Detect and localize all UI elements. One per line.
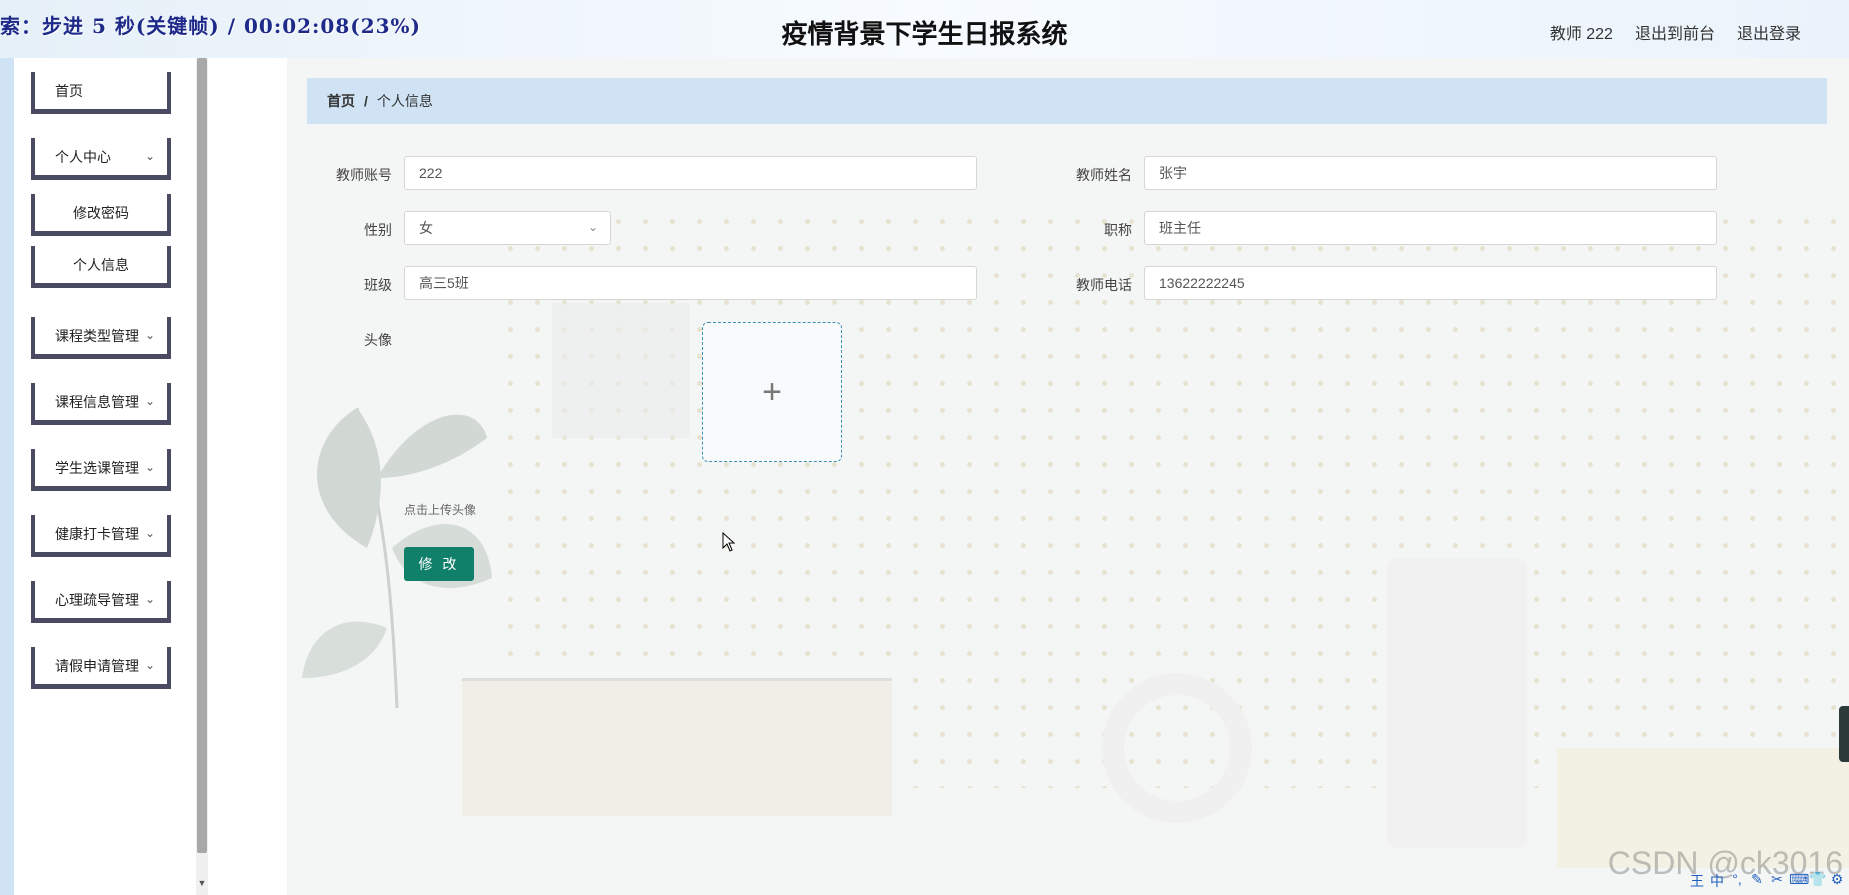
sidebar-item-student-course[interactable]: 学生选课管理 ⌄ [31,449,171,491]
avatar-label: 头像 [364,332,392,348]
main-content: 首页 / 个人信息 教师账号 222 教师姓名 张宇 性别 女 ⌄ 职称 班主任… [287,58,1849,895]
sidebar-item-label: 请假申请管理 [55,657,139,674]
sidebar-item-label: 个人信息 [73,256,129,273]
gender-select[interactable]: 女 ⌄ [404,211,611,245]
account-label: 教师账号 [336,167,392,183]
sidebar-item-personal-center[interactable]: 个人中心 ⌄ [31,138,171,180]
class-field[interactable]: 高三5班 [404,266,977,300]
sidebar-item-label: 心理疏导管理 [55,591,139,608]
account-field[interactable]: 222 [404,156,977,190]
scroll-down-arrow-icon[interactable]: ▼ [197,878,207,890]
chevron-down-icon: ⌄ [144,526,155,540]
plus-icon: + [762,372,782,411]
ime-logo-icon[interactable]: 王 [1689,871,1705,891]
phone-label: 教师电话 [1076,277,1132,293]
ime-chinese-mode-icon[interactable]: 中 [1709,871,1725,891]
breadcrumb-separator: / [364,93,368,109]
sidebar-item-counseling[interactable]: 心理疏导管理 ⌄ [31,581,171,623]
chevron-down-icon: ⌄ [144,328,155,342]
avatar-upload-box[interactable]: + [702,322,842,462]
sidebar-item-label: 课程信息管理 [55,393,139,410]
sidebar-item-home[interactable]: 首页 [31,72,171,114]
ime-punctuation-icon[interactable]: °, [1729,871,1745,891]
background-ring-shape [1102,673,1252,823]
breadcrumb-current: 个人信息 [376,93,433,109]
sidebar-item-label: 课程类型管理 [55,327,139,344]
sidebar-item-health-checkin[interactable]: 健康打卡管理 ⌄ [31,515,171,557]
chevron-down-icon: ⌄ [144,592,155,606]
gender-label: 性别 [364,222,392,238]
background-cylinder-shape [1387,558,1527,848]
sidebar-item-label: 健康打卡管理 [55,525,139,542]
header-actions: 教师 222 退出到前台 退出登录 [1550,20,1801,44]
title-field[interactable]: 班主任 [1144,211,1717,245]
background-portrait-image [552,303,690,438]
sidebar-item-label: 学生选课管理 [55,459,139,476]
top-bar: 疫情背景下学生日报系统 索：步进 5 秒(关键帧) / 00:02:08(23%… [0,0,1849,58]
ime-toolbar: 王 中 °, ✎ ✂ ⌨ 👕 ⚙ [1689,871,1845,891]
exit-to-front-link[interactable]: 退出到前台 [1635,20,1715,44]
sidebar-item-course-info[interactable]: 课程信息管理 ⌄ [31,383,171,425]
sidebar-subitem-personal-info[interactable]: 个人信息 [31,246,171,288]
chevron-down-icon: ⌄ [587,220,598,234]
chevron-down-icon: ⌄ [144,460,155,474]
sidebar-item-course-type[interactable]: 课程类型管理 ⌄ [31,317,171,359]
logout-link[interactable]: 退出登录 [1737,20,1801,44]
chevron-down-icon: ⌄ [144,149,155,163]
sidebar-subitem-change-password[interactable]: 修改密码 [31,194,171,236]
upload-tip-text: 点击上传头像 [404,503,477,517]
sidebar-item-label: 首页 [55,82,83,99]
title-label: 职称 [1104,222,1132,238]
background-plant-image [302,407,492,708]
breadcrumb: 首页 / 个人信息 [307,78,1827,124]
ime-keyboard-icon[interactable]: ⌨ [1789,871,1809,891]
gender-select-value: 女 [419,220,433,236]
name-field[interactable]: 张宇 [1144,156,1717,190]
sidebar-scrollbar-thumb[interactable] [197,58,207,853]
ime-skin-icon[interactable]: 👕 [1809,871,1826,891]
mouse-cursor-icon [722,532,736,552]
sidebar-item-label: 个人中心 [55,148,111,165]
ime-settings-icon[interactable]: ⚙ [1829,871,1845,891]
video-overlay-text: 索：步进 5 秒(关键帧) / 00:02:08(23%) [0,14,422,38]
side-handle[interactable] [1839,706,1849,762]
sidebar-item-leave[interactable]: 请假申请管理 ⌄ [31,647,171,689]
name-label: 教师姓名 [1076,167,1132,183]
current-user-label: 教师 222 [1549,26,1613,43]
chevron-down-icon: ⌄ [144,394,155,408]
ime-handwrite-icon[interactable]: ✎ [1749,871,1765,891]
ime-scissors-icon[interactable]: ✂ [1769,871,1785,891]
breadcrumb-home[interactable]: 首页 [327,91,355,111]
sidebar-item-label: 修改密码 [73,204,129,221]
background-box-shape [462,678,892,816]
submit-button[interactable]: 修 改 [404,547,474,581]
chevron-down-icon: ⌄ [144,658,155,672]
class-label: 班级 [364,277,392,293]
phone-field[interactable]: 13622222245 [1144,266,1717,300]
